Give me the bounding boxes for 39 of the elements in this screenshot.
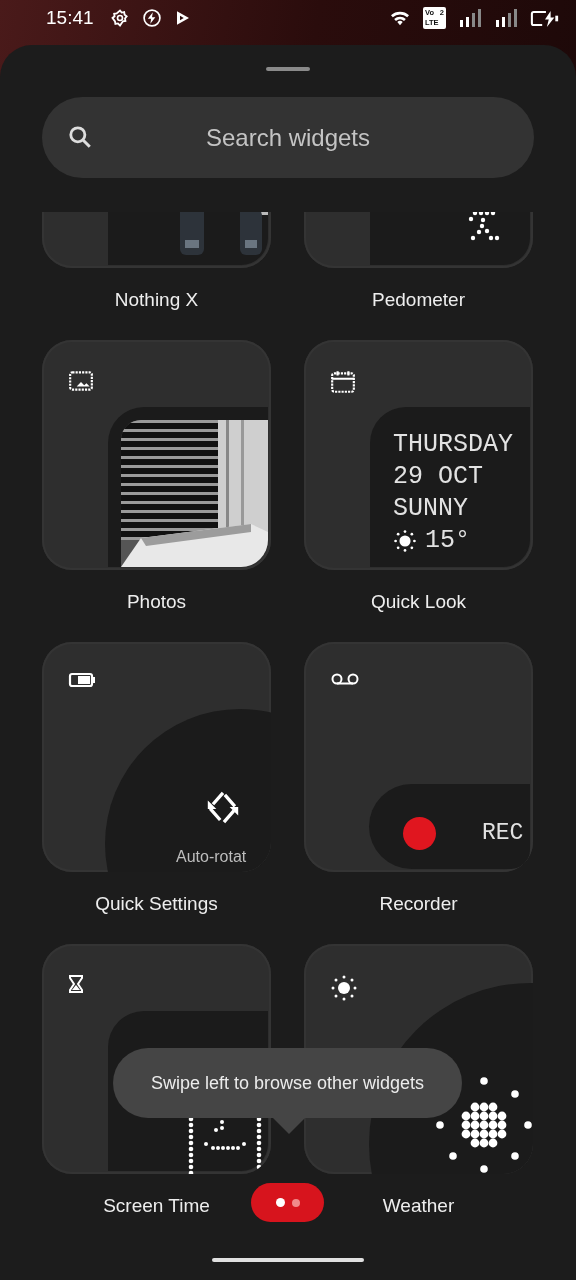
widget-name: Recorder — [379, 893, 458, 915]
dot-matrix-text: THURSDAY — [393, 429, 515, 461]
temperature: 15° — [425, 525, 470, 557]
widget-name: Nothing X — [114, 289, 199, 311]
search-field[interactable]: Search widgets — [42, 97, 534, 178]
running-figure-icon — [468, 212, 500, 242]
widget-card[interactable]: Auto-rotat — [42, 642, 271, 872]
page-indicator[interactable] — [251, 1183, 324, 1222]
gear-icon — [109, 8, 130, 28]
widget-name: Quick Look — [370, 591, 466, 613]
bolt-icon — [141, 8, 162, 28]
widget-name: Quick Settings — [95, 893, 218, 915]
status-time: 15:41 — [46, 7, 94, 29]
battery-icon — [68, 672, 96, 688]
widget-name: Weather — [382, 1195, 455, 1217]
signal-icon — [494, 8, 518, 28]
battery-charging-icon — [530, 8, 560, 28]
tile-label: Auto-rotat — [176, 847, 247, 867]
wifi-icon — [389, 9, 411, 27]
widget-name: Pedometer — [372, 289, 465, 311]
image-icon — [68, 370, 94, 392]
record-status: REC — [482, 819, 524, 848]
widget-card[interactable] — [42, 340, 271, 570]
dot-matrix-text: SUNNY — [393, 493, 469, 525]
widget-name: Photos — [126, 591, 187, 613]
tooltip-tail — [272, 1118, 305, 1134]
tooltip: Swipe left to browse other widgets — [113, 1048, 462, 1118]
drag-handle[interactable] — [266, 67, 310, 71]
widget-card[interactable]: REC — [304, 642, 533, 872]
sun-icon — [330, 974, 358, 1002]
signal-icon — [458, 8, 482, 28]
voicemail-icon — [330, 672, 360, 686]
widget-card[interactable]: THURSDAY 29 OCT SUNNY 15° — [304, 340, 533, 570]
hourglass-icon — [68, 974, 84, 994]
search-icon — [67, 124, 93, 150]
calendar-icon — [330, 370, 356, 394]
widget-name: Screen Time — [103, 1195, 210, 1217]
dot-matrix-text: 29 OCT — [393, 461, 484, 493]
sun-icon — [393, 529, 417, 553]
